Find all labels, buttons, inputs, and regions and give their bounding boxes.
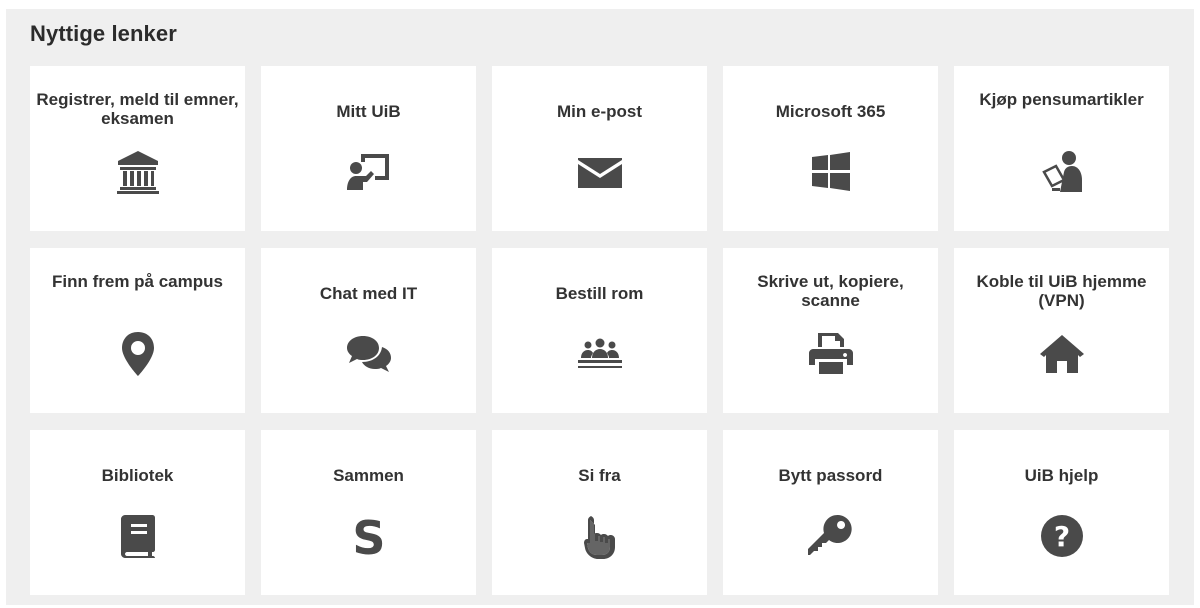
tile-chat-med-it[interactable]: Chat med IT xyxy=(261,248,476,413)
tile-registrer[interactable]: Registrer, meld til emner, eksamen xyxy=(30,66,245,231)
home-icon xyxy=(1032,324,1092,384)
university-icon xyxy=(108,142,168,202)
group-table-icon xyxy=(570,324,630,384)
sammen-s-icon: S xyxy=(339,506,399,566)
tile-finn-frem[interactable]: Finn frem på campus xyxy=(30,248,245,413)
tile-sammen[interactable]: Sammen S xyxy=(261,430,476,595)
tile-bytt-passord[interactable]: Bytt passord xyxy=(723,430,938,595)
tile-bibliotek[interactable]: Bibliotek xyxy=(30,430,245,595)
tile-bestill-rom[interactable]: Bestill rom xyxy=(492,248,707,413)
chat-bubbles-icon xyxy=(339,324,399,384)
svg-text:?: ? xyxy=(1053,520,1069,553)
question-circle-icon: ? xyxy=(1032,506,1092,566)
tile-koble-til-uib[interactable]: Koble til UiB hjemme (VPN) xyxy=(954,248,1169,413)
key-icon xyxy=(801,506,861,566)
windows-icon xyxy=(801,142,861,202)
printer-icon xyxy=(801,324,861,384)
reader-tablet-icon xyxy=(1032,142,1092,202)
tile-uib-hjelp[interactable]: UiB hjelp ? xyxy=(954,430,1169,595)
tile-mitt-uib[interactable]: Mitt UiB xyxy=(261,66,476,231)
links-grid: Registrer, meld til emner, eksamen Mitt … xyxy=(30,66,1169,595)
tile-si-fra[interactable]: Si fra xyxy=(492,430,707,595)
section-title: Nyttige lenker xyxy=(30,21,177,46)
envelope-icon xyxy=(570,142,630,202)
tile-min-epost[interactable]: Min e-post xyxy=(492,66,707,231)
hand-pointer-icon xyxy=(570,506,630,566)
svg-text:S: S xyxy=(352,512,385,560)
tile-kjop-pensumartikler[interactable]: Kjøp pensumartikler xyxy=(954,66,1169,231)
useful-links-panel: Nyttige lenker Registrer, meld til emner… xyxy=(6,9,1194,605)
teacher-board-icon xyxy=(339,142,399,202)
book-icon xyxy=(108,506,168,566)
map-marker-icon xyxy=(108,324,168,384)
tile-microsoft-365[interactable]: Microsoft 365 xyxy=(723,66,938,231)
tile-skrive-ut[interactable]: Skrive ut, kopiere, scanne xyxy=(723,248,938,413)
